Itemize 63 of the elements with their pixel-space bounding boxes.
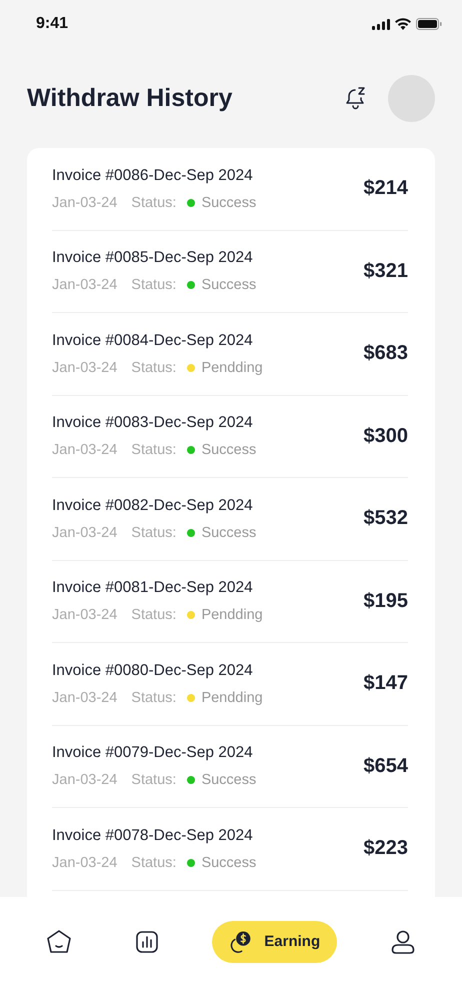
- invoice-date: Jan-03-24: [52, 194, 118, 211]
- invoice-title: Invoice #0083-Dec-Sep 2024: [52, 414, 254, 432]
- status-label: Status:: [131, 854, 176, 871]
- invoice-title: Invoice #0086-Dec-Sep 2024: [52, 166, 254, 185]
- invoice-title: Invoice #0078-Dec-Sep 2024: [52, 826, 254, 845]
- invoice-row[interactable]: Invoice #0081-Dec-Sep 2024 Jan-03-24 Status: Pendding $195: [52, 560, 408, 643]
- invoice-amount: $223: [364, 837, 408, 860]
- invoice-title: Invoice #0084-Dec-Sep 2024: [52, 332, 254, 350]
- invoice-row[interactable]: Invoice #0080-Dec-Sep 2024 Jan-03-24 Status: Pendding $147: [52, 643, 408, 726]
- invoice-date: Jan-03-24: [52, 690, 118, 706]
- invoice-title: Invoice #0085-Dec-Sep 2024: [52, 249, 254, 268]
- status-text: Pendding: [201, 607, 263, 624]
- earning-tab[interactable]: Earning: [212, 920, 338, 962]
- wifi-icon: [395, 18, 411, 30]
- invoice-amount: $300: [364, 424, 408, 448]
- invoice-date: Jan-03-24: [52, 360, 118, 376]
- invoice-date: Jan-03-24: [52, 277, 118, 294]
- invoice-date: Jan-03-24: [52, 442, 118, 458]
- status-text: Success: [201, 442, 256, 458]
- invoice-date: Jan-03-24: [52, 524, 118, 541]
- status-label: Status:: [131, 607, 176, 624]
- invoice-row[interactable]: Invoice #0086-Dec-Sep 2024 Jan-03-24 Status: Success $214: [52, 148, 408, 230]
- invoice-amount: $683: [364, 342, 408, 366]
- invoice-row[interactable]: Invoice #0078-Dec-Sep 2024 Jan-03-24 Status: Success $223: [52, 808, 408, 890]
- invoice-date: Jan-03-24: [52, 854, 118, 871]
- status-text: Success: [201, 772, 256, 788]
- status-label: Status:: [131, 524, 176, 541]
- status-text: Success: [201, 524, 256, 541]
- signal-icon: [372, 18, 390, 30]
- invoice-title: Invoice #0082-Dec-Sep 2024: [52, 496, 254, 515]
- invoice-amount: $532: [364, 507, 408, 530]
- status-label: Status:: [131, 360, 176, 376]
- invoice-row[interactable]: Invoice #0079-Dec-Sep 2024 Jan-03-24 Status: Success $654: [52, 726, 408, 808]
- invoice-title: Invoice #0081-Dec-Sep 2024: [52, 579, 254, 598]
- status-text: Success: [201, 854, 256, 871]
- status-label: Status:: [131, 442, 176, 458]
- home-icon: [46, 928, 72, 954]
- invoice-row[interactable]: Invoice #0085-Dec-Sep 2024 Jan-03-24 Status: Success $321: [52, 230, 408, 313]
- status-time: 9:41: [36, 15, 68, 33]
- invoice-amount: $321: [364, 260, 408, 283]
- invoice-title: Invoice #0079-Dec-Sep 2024: [52, 744, 254, 762]
- status-text: Pendding: [201, 360, 263, 376]
- invoice-date: Jan-03-24: [52, 772, 118, 788]
- battery-icon: [416, 18, 442, 30]
- chart-icon: [134, 930, 159, 954]
- status-label: Status:: [131, 277, 176, 294]
- invoice-row[interactable]: Invoice #0083-Dec-Sep 2024 Jan-03-24 Status: Success $300: [52, 396, 408, 478]
- invoice-amount: $654: [364, 754, 408, 778]
- invoice-amount: $214: [364, 177, 408, 200]
- invoice-row[interactable]: Invoice #0082-Dec-Sep 2024 Jan-03-24 Status: Success $532: [52, 478, 408, 560]
- status-label: Status:: [131, 194, 176, 211]
- invoice-row[interactable]: Invoice #0084-Dec-Sep 2024 Jan-03-24 Status: Pendding $683: [52, 313, 408, 396]
- page-title: Withdraw History: [27, 84, 232, 112]
- invoice-date: Jan-03-24: [52, 607, 118, 624]
- status-text: Pendding: [201, 690, 263, 706]
- profile-icon: [390, 928, 416, 954]
- invoice-amount: $195: [364, 590, 408, 613]
- invoice-title: Invoice #0080-Dec-Sep 2024: [52, 662, 254, 680]
- status-label: Status:: [131, 690, 176, 706]
- invoice-amount: $147: [364, 672, 408, 696]
- status-text: Success: [201, 277, 256, 294]
- status-text: Success: [201, 194, 256, 211]
- status-label: Status:: [131, 772, 176, 788]
